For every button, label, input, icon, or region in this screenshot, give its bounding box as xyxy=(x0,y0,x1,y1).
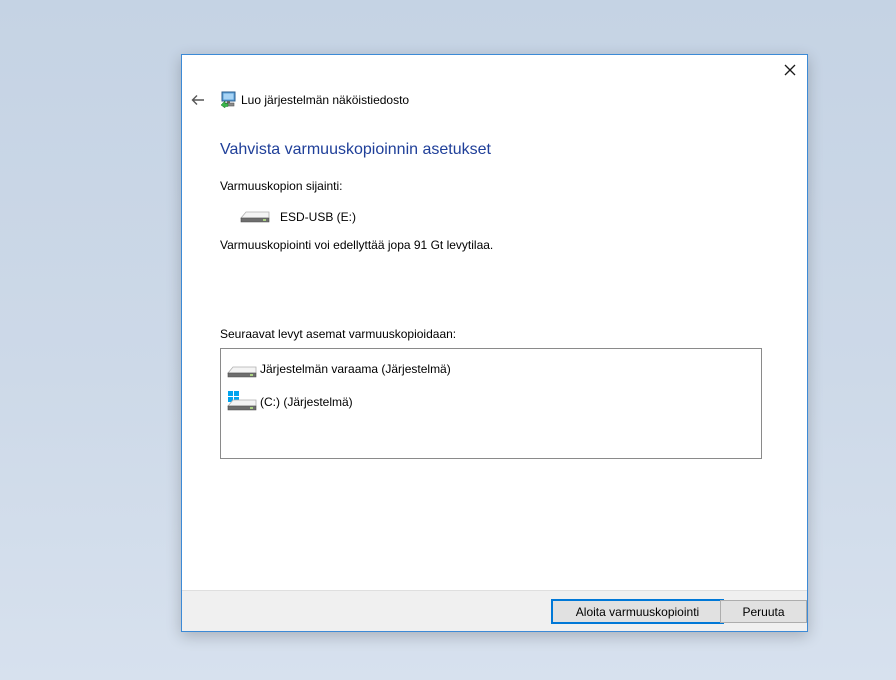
backup-location-label: Varmuuskopion sijainti: xyxy=(220,179,343,193)
backup-app-icon xyxy=(220,91,236,108)
close-icon xyxy=(784,64,796,76)
page-title: Vahvista varmuuskopioinnin asetukset xyxy=(220,141,491,158)
drive-item-label: Järjestelmän varaama (Järjestelmä) xyxy=(260,362,451,376)
drives-list[interactable]: Järjestelmän varaama (Järjestelmä) (C:) … xyxy=(220,348,762,459)
start-backup-button[interactable]: Aloita varmuuskopiointi xyxy=(551,599,724,624)
back-button[interactable] xyxy=(190,92,206,108)
backup-destination: ESD-USB (E:) xyxy=(240,209,356,225)
drive-icon xyxy=(240,211,270,223)
window-title: Luo järjestelmän näköistiedosto xyxy=(241,92,410,107)
space-requirement-text: Varmuuskopiointi voi edellyttää jopa 91 … xyxy=(220,238,494,252)
close-button[interactable] xyxy=(779,59,801,81)
cancel-button[interactable]: Peruuta xyxy=(720,600,807,623)
dialog-footer: Aloita varmuuskopiointi Peruuta xyxy=(182,590,807,631)
list-item: (C:) (Järjestelmä) xyxy=(227,390,353,414)
backup-dialog: Luo järjestelmän näköistiedosto Vahvista… xyxy=(181,54,808,632)
dialog-header: Luo järjestelmän näköistiedosto xyxy=(190,91,409,108)
drive-item-label: (C:) (Järjestelmä) xyxy=(260,395,353,409)
drive-icon xyxy=(227,366,257,378)
windows-drive-icon xyxy=(227,391,257,411)
drives-list-label: Seuraavat levyt asemat varmuuskopioidaan… xyxy=(220,327,457,341)
destination-label: ESD-USB (E:) xyxy=(280,210,357,224)
back-arrow-icon xyxy=(191,94,204,105)
list-item: Järjestelmän varaama (Järjestelmä) xyxy=(227,357,451,381)
